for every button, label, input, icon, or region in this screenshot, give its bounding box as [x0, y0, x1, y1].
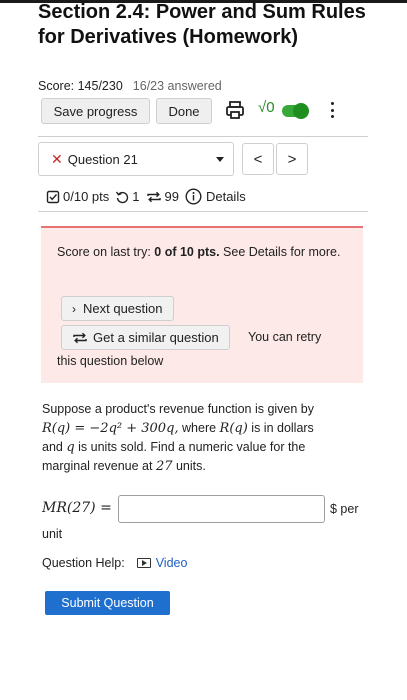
revenue-formula: R(q) = −2q² + 300q, [42, 421, 179, 436]
video-label: Video [155, 556, 188, 570]
submit-question-button[interactable]: Submit Question [45, 591, 170, 615]
score-prefix: Score on last try: [57, 245, 155, 259]
more-options-icon[interactable] [326, 99, 338, 121]
details-link[interactable]: Details [185, 188, 246, 205]
retries-count: 1 [132, 189, 140, 204]
score-alert: Score on last try: 0 of 10 pts. See Deta… [41, 226, 363, 383]
score-suffix: See Details for more. [219, 245, 341, 259]
question-help-label: Question Help: [42, 556, 125, 570]
score-value: 0 of 10 pts. [154, 245, 220, 259]
page-title: Section 2.4: Power and Sum Rules for Der… [38, 1, 366, 48]
math-number: 27 [155, 459, 173, 474]
previous-question-button[interactable]: < [242, 143, 274, 175]
problem-statement: Suppose a product's revenue function is … [42, 400, 364, 476]
video-link[interactable]: Video [136, 556, 188, 570]
answer-unit-continued: unit [42, 527, 63, 541]
similar-question-button[interactable]: Get a similar question [61, 325, 230, 350]
info-icon [185, 188, 202, 205]
done-button[interactable]: Done [156, 98, 212, 124]
checkbox-icon [46, 190, 60, 203]
question-select[interactable]: ✕ Question 21 [38, 142, 234, 176]
answer-unit: $ per [330, 502, 359, 516]
print-icon[interactable] [224, 99, 246, 121]
problem-text: marginal revenue at [42, 459, 156, 473]
chevron-right-icon: › [72, 301, 76, 316]
similar-count: 99 [164, 189, 179, 204]
question-select-value: Question 21 [67, 151, 138, 167]
divider [38, 211, 368, 212]
problem-text: is in dollars [247, 421, 314, 435]
next-question-button[interactable]: › Next question [61, 296, 174, 321]
score-line: Score: 145/230 16/23 answered [38, 79, 222, 93]
answered-count: 16/23 answered [132, 79, 222, 93]
answer-label: MR(27) = [42, 500, 112, 516]
retry-text-continued: this question below [57, 354, 164, 368]
next-question-arrow-button[interactable]: > [276, 143, 308, 175]
chevron-down-icon [216, 157, 224, 162]
video-icon [136, 558, 151, 568]
answer-input[interactable] [118, 495, 325, 523]
score-label: Score: 145/230 [38, 79, 123, 93]
question-meta: 0/10 pts 1 99 Details [46, 188, 252, 205]
math-preview-toggle[interactable] [282, 103, 309, 119]
math-preview-icon[interactable]: √0 [258, 99, 275, 116]
retry-text: You can retry [248, 330, 322, 344]
points-item: 0/10 pts [46, 189, 109, 204]
question-help: Question Help: Video [42, 556, 187, 570]
problem-text: units. [172, 459, 206, 473]
repeat-icon [73, 332, 87, 343]
details-label: Details [205, 189, 246, 204]
retries-item: 1 [115, 189, 140, 204]
similar-question-label: Get a similar question [93, 330, 219, 345]
toggle-knob [293, 103, 309, 119]
next-question-label: Next question [83, 301, 163, 316]
similar-item: 99 [146, 189, 179, 204]
problem-text: and [42, 440, 67, 454]
math-q: q [66, 440, 75, 455]
undo-icon [116, 191, 129, 203]
score-message: Score on last try: 0 of 10 pts. See Deta… [57, 244, 357, 261]
problem-text: is units sold. Find a numeric value for … [74, 440, 306, 454]
repeat-icon [146, 191, 161, 202]
problem-text: where [178, 421, 220, 435]
math-rq: R(q) [219, 421, 248, 436]
points-text: 0/10 pts [63, 189, 110, 204]
x-icon: ✕ [51, 150, 63, 167]
save-progress-button[interactable]: Save progress [41, 98, 150, 124]
problem-text: Suppose a product's revenue function is … [42, 402, 315, 416]
divider [38, 136, 368, 137]
